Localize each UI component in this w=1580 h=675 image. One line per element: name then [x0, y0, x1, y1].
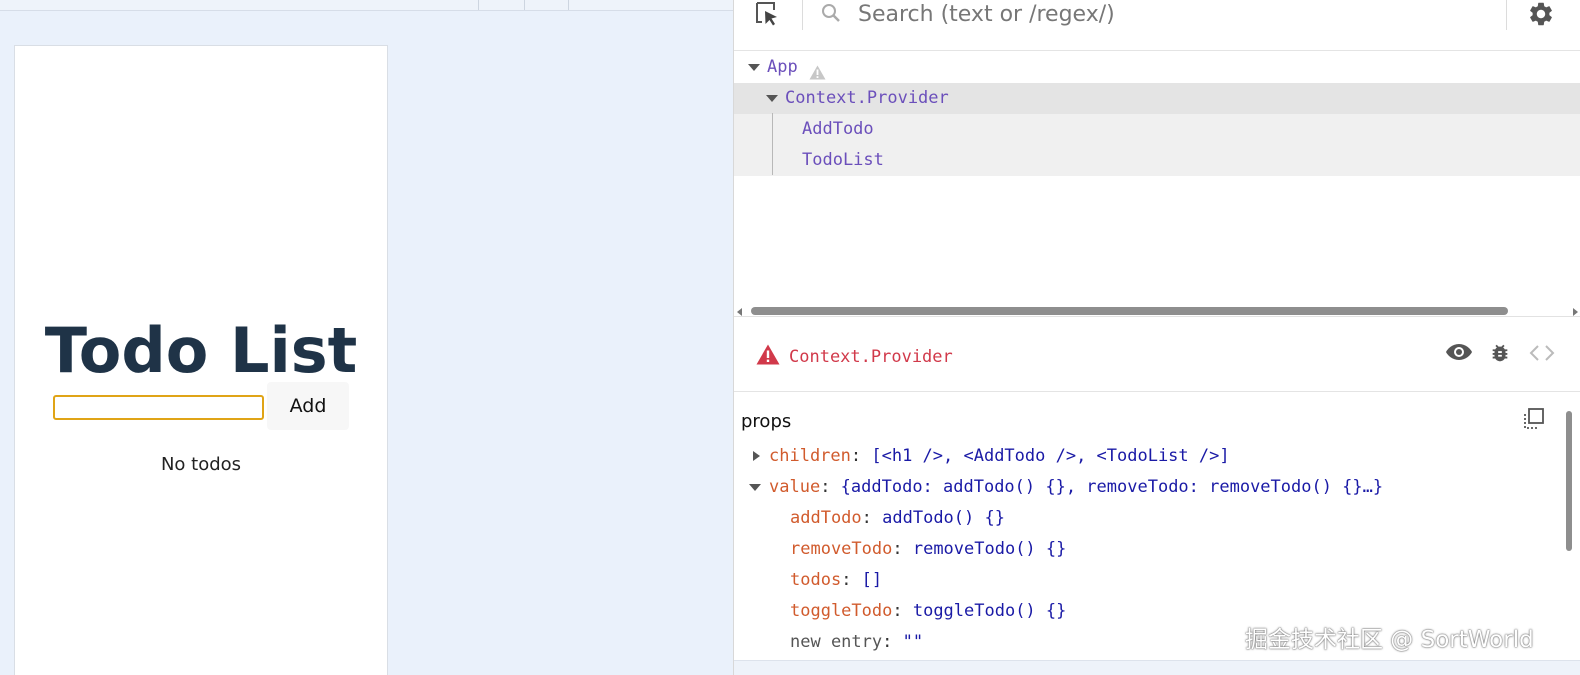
new-entry-key[interactable]: new entry	[790, 632, 882, 652]
collapse-triangle-icon[interactable]	[748, 64, 760, 71]
inspect-element-icon[interactable]	[752, 0, 786, 30]
devtools-toolbar	[734, 0, 1580, 51]
prop-row-removetodo[interactable]: removeTodo: removeTodo() {}	[790, 534, 1066, 564]
bug-icon[interactable]	[1489, 342, 1511, 368]
expand-triangle-icon[interactable]	[753, 451, 760, 461]
prop-key: addTodo	[790, 508, 862, 528]
prop-value: toggleTodo() {}	[912, 601, 1067, 621]
props-vertical-scrollbar[interactable]	[1566, 411, 1572, 551]
prop-colon: :	[841, 570, 862, 590]
prop-row-value[interactable]: value: {addTodo: addTodo() {}, removeTod…	[734, 472, 1554, 502]
prop-colon: :	[892, 601, 913, 621]
gear-icon[interactable]	[1527, 0, 1557, 30]
tree-item-label: App	[767, 57, 798, 77]
component-tree: App Context.Provider AddTodo TodoList	[734, 52, 1580, 302]
code-icon[interactable]	[1529, 344, 1555, 366]
eye-icon[interactable]	[1445, 342, 1473, 366]
prop-key: removeTodo	[790, 539, 893, 559]
prop-row-toggletodo[interactable]: toggleTodo: toggleTodo() {}	[790, 596, 1066, 626]
scroll-left-arrow-icon[interactable]	[737, 308, 742, 316]
prop-key: children	[769, 446, 851, 466]
prop-colon: :	[882, 632, 903, 652]
watermark-text: 掘金技术社区 @ SortWorld	[1245, 627, 1534, 653]
tree-item-label: TodoList	[802, 150, 884, 170]
prop-row-new-entry[interactable]: new entry: ""	[790, 627, 923, 657]
prop-colon: :	[892, 539, 913, 559]
devtools-bottom-bar	[734, 660, 1580, 675]
tree-item-label: AddTodo	[802, 119, 874, 139]
toolbar-divider	[802, 0, 803, 30]
tree-item-todolist[interactable]: TodoList	[734, 145, 1580, 176]
app-title: Todo List	[44, 314, 358, 387]
copy-icon[interactable]	[1523, 408, 1545, 434]
empty-state-text: No todos	[160, 454, 242, 475]
collapse-triangle-icon[interactable]	[766, 95, 778, 102]
tree-indent-guide	[772, 113, 773, 175]
toolbar-divider	[1506, 0, 1507, 30]
selected-component-name: Context.Provider	[789, 347, 953, 367]
topbar-divider	[568, 0, 569, 10]
collapse-triangle-icon[interactable]	[749, 484, 761, 491]
scroll-right-arrow-icon[interactable]	[1573, 308, 1578, 316]
prop-row-children[interactable]: children: [<h1 />, <AddTodo />, <TodoLis…	[734, 441, 1554, 471]
prop-key: value	[769, 477, 821, 497]
scrollbar-thumb[interactable]	[751, 307, 1508, 315]
new-entry-value[interactable]: ""	[903, 632, 923, 652]
tree-item-app[interactable]: App	[734, 52, 1580, 83]
app-preview-pane: Todo List Add No todos	[0, 0, 733, 675]
props-section-title: props	[741, 411, 792, 432]
warning-icon	[756, 344, 780, 369]
prop-key: toggleTodo	[790, 601, 893, 621]
add-button[interactable]: Add	[267, 382, 349, 430]
tree-item-context-provider[interactable]: Context.Provider	[734, 83, 1580, 114]
prop-value: [<h1 />, <AddTodo />, <TodoList />]	[871, 446, 1230, 466]
search-icon	[820, 2, 842, 24]
component-search-input[interactable]	[858, 0, 1498, 28]
prop-colon: :	[820, 477, 841, 497]
prop-colon: :	[861, 508, 883, 528]
todo-input[interactable]	[53, 395, 264, 420]
prop-value: []	[861, 570, 883, 590]
react-devtools-panel: App Context.Provider AddTodo TodoList Co…	[733, 0, 1580, 675]
prop-row-todos[interactable]: todos: []	[790, 565, 882, 595]
prop-value: removeTodo() {}	[912, 539, 1067, 559]
preview-topbar	[0, 0, 733, 11]
prop-value: {addTodo: addTodo() {}, removeTodo: remo…	[840, 477, 1384, 497]
topbar-divider	[524, 0, 525, 10]
prop-colon: :	[850, 446, 872, 466]
tree-item-addtodo[interactable]: AddTodo	[734, 114, 1580, 145]
tree-item-label: Context.Provider	[785, 88, 949, 108]
prop-row-addtodo[interactable]: addTodo: addTodo() {}	[790, 503, 1005, 533]
prop-key: todos	[790, 570, 842, 590]
tree-horizontal-scrollbar[interactable]	[734, 303, 1580, 317]
topbar-divider	[478, 0, 479, 10]
app-frame: Todo List Add No todos	[14, 45, 388, 675]
prop-value: addTodo() {}	[882, 508, 1005, 528]
selected-component-header: Context.Provider	[734, 318, 1580, 392]
